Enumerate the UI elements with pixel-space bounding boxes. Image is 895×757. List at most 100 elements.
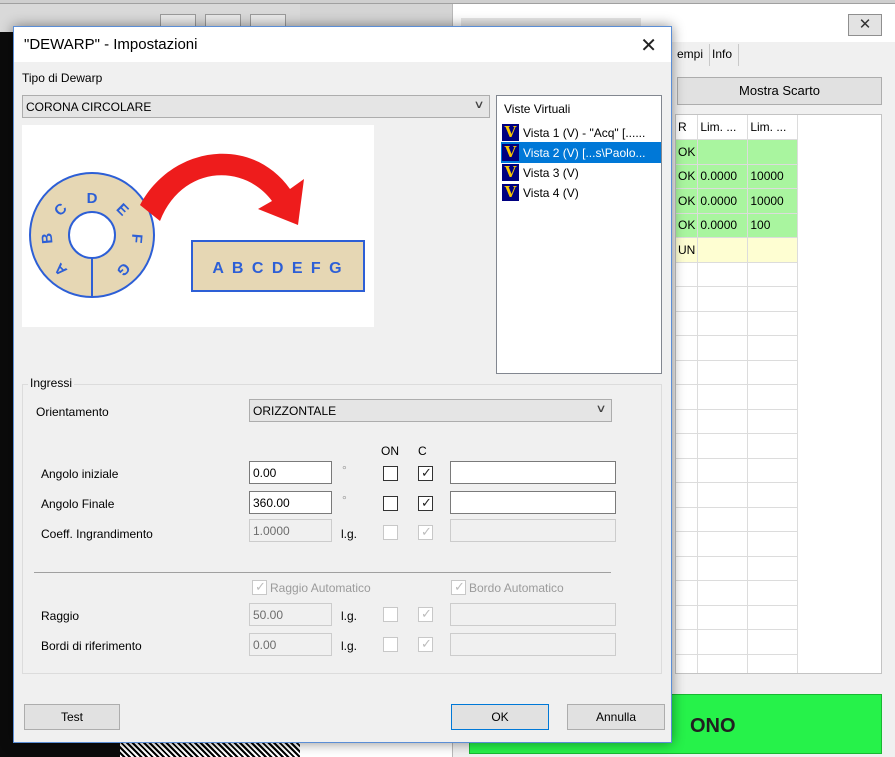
column-header: R: [676, 115, 699, 140]
angolo-finale-c-checkbox[interactable]: ✓: [418, 495, 433, 511]
dewarp-diagram: A B C D E F G A B C D E F G: [29, 153, 365, 298]
table-cell: 10000: [747, 188, 799, 214]
table-cell: [697, 139, 749, 165]
list-item-label: Vista 1 (V) - "Acq" [......: [523, 126, 646, 140]
checkmark-icon: ✓: [421, 606, 432, 621]
tipo-dewarp-label: Tipo di Dewarp: [22, 71, 103, 85]
column-header: Lim. ...: [747, 115, 799, 140]
angolo-iniziale-on-checkbox[interactable]: [383, 466, 398, 481]
raggio-automatico-label: Raggio Automatico: [270, 581, 371, 595]
raggio-on-checkbox: [383, 607, 398, 622]
raggio-extra-field: [450, 603, 616, 626]
angolo-iniziale-field[interactable]: 0.00: [249, 461, 332, 484]
vista-icon: V: [502, 164, 519, 181]
lg-unit: l.g.: [341, 527, 358, 541]
table-row: [676, 507, 799, 532]
table-row[interactable]: OK 0.0000 10000: [676, 188, 799, 214]
chevron-down-icon: ∨: [595, 403, 607, 415]
angolo-finale-extra-field[interactable]: [450, 491, 616, 514]
vista-icon: V: [502, 144, 519, 161]
raggio-c-checkbox: ✓: [418, 606, 433, 622]
table-cell: [747, 237, 799, 263]
tab-tempi[interactable]: empi: [675, 44, 711, 66]
ring-letter: D: [87, 190, 98, 207]
orientamento-value: ORIZZONTALE: [253, 404, 337, 418]
table-cell: OK: [676, 213, 699, 238]
table-row: [676, 384, 799, 410]
vista-icon: V: [502, 124, 519, 141]
list-item-vista-3[interactable]: V Vista 3 (V): [501, 162, 661, 183]
coeff-c-checkbox: ✓: [418, 524, 433, 540]
annulla-button[interactable]: Annulla: [567, 704, 665, 730]
list-item-label: Vista 3 (V): [523, 166, 579, 180]
coeff-extra-field: [450, 519, 616, 542]
tab-info[interactable]: Info: [710, 44, 740, 66]
list-item-vista-1[interactable]: V Vista 1 (V) - "Acq" [......: [501, 122, 661, 143]
table-row: [676, 458, 799, 483]
bordi-c-checkbox: ✓: [418, 636, 433, 652]
coeff-ingrandimento-label: Coeff. Ingrandimento: [41, 527, 153, 541]
angolo-iniziale-extra-field[interactable]: [450, 461, 616, 484]
table-row: [676, 360, 799, 385]
lg-unit: l.g.: [341, 609, 358, 623]
table-row[interactable]: UN: [676, 237, 799, 263]
vista-icon: V: [502, 184, 519, 201]
viste-virtuali-header: Viste Virtuali: [504, 102, 571, 116]
mostra-scarto-button[interactable]: Mostra Scarto: [677, 77, 882, 105]
table-row: [676, 605, 799, 630]
lg-unit: l.g.: [341, 639, 358, 653]
test-button[interactable]: Test: [24, 704, 120, 730]
ring-letter: B: [39, 232, 57, 244]
bordo-automatico-checkbox: ✓: [451, 579, 466, 595]
table-row: [676, 433, 799, 459]
angolo-iniziale-c-checkbox[interactable]: ✓: [418, 465, 433, 481]
list-item-vista-2[interactable]: V Vista 2 (V) [...s\Paolo...: [501, 142, 661, 163]
table-row: [676, 580, 799, 606]
results-grid: R Lim. ... Lim. ... OK OK 0.0000 10000 O…: [675, 114, 882, 674]
coeff-on-checkbox: [383, 525, 398, 540]
bordi-riferimento-field: 0.00: [249, 633, 332, 656]
table-row: [676, 311, 799, 336]
table-cell: 0.0000: [697, 164, 749, 189]
orientamento-select[interactable]: ORIZZONTALE ∨: [249, 399, 612, 422]
close-icon[interactable]: ✕: [848, 14, 882, 36]
transform-arrow: [140, 153, 304, 225]
checkmark-icon: ✓: [421, 495, 432, 510]
table-row: [676, 286, 799, 312]
table-row[interactable]: OK 0.0000 100: [676, 213, 799, 238]
column-header: Lim. ...: [697, 115, 749, 140]
ok-button[interactable]: OK: [451, 704, 549, 730]
raggio-field: 50.00: [249, 603, 332, 626]
chevron-down-icon: ∨: [473, 99, 485, 111]
list-item-vista-4[interactable]: V Vista 4 (V): [501, 182, 661, 203]
table-cell: [697, 237, 749, 263]
table-cell: UN: [676, 237, 699, 263]
ring-inner: [68, 211, 116, 259]
degree-unit: °: [342, 493, 347, 507]
result-status-text: ONO: [690, 715, 736, 737]
checkmark-icon: ✓: [421, 465, 432, 480]
results-tabs: empi Info: [675, 44, 740, 66]
ingressi-title: Ingressi: [28, 376, 75, 390]
on-column-header: ON: [381, 444, 399, 458]
angolo-finale-on-checkbox[interactable]: [383, 496, 398, 511]
table-row[interactable]: OK: [676, 139, 799, 165]
table-row: [676, 482, 799, 508]
list-item-label: Vista 4 (V): [523, 186, 579, 200]
bordi-extra-field: [450, 633, 616, 656]
table-row: [676, 335, 799, 361]
bordo-automatico-label: Bordo Automatico: [469, 581, 564, 595]
close-icon[interactable]: ✕: [640, 33, 657, 58]
angolo-finale-label: Angolo Finale: [41, 497, 115, 511]
tipo-dewarp-select[interactable]: CORONA CIRCOLARE ∨: [22, 95, 490, 118]
angolo-finale-field[interactable]: 360.00: [249, 491, 332, 514]
dewarp-settings-dialog: "DEWARP" - Impostazioni ✕ Tipo di Dewarp…: [13, 26, 672, 743]
table-row: [676, 262, 799, 287]
dewarp-illustration: A B C D E F G A B C D E F G: [22, 125, 374, 327]
checkmark-icon: ✓: [454, 579, 465, 594]
table-cell: OK: [676, 139, 699, 165]
table-row: [676, 556, 799, 581]
table-row[interactable]: OK 0.0000 10000: [676, 164, 799, 189]
bordi-riferimento-label: Bordi di riferimento: [41, 639, 142, 653]
viste-virtuali-list[interactable]: Viste Virtuali V Vista 1 (V) - "Acq" [..…: [496, 95, 662, 374]
